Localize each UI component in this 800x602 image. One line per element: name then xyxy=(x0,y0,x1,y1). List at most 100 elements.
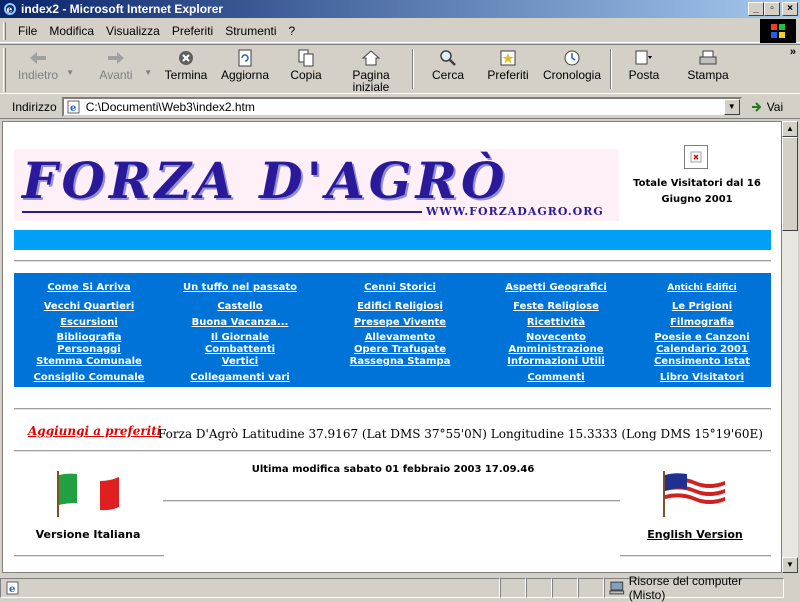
menu-help[interactable]: ? xyxy=(283,24,302,38)
toolbar-chevron-icon[interactable]: » xyxy=(790,46,796,58)
divider xyxy=(620,555,771,557)
nav-link[interactable]: Bibliografia xyxy=(57,332,122,344)
forward-dropdown-icon[interactable]: ▼ xyxy=(144,67,152,79)
refresh-icon xyxy=(238,49,252,67)
nav-link[interactable]: Opere Trafugate xyxy=(354,344,446,356)
refresh-button[interactable]: Aggiorna xyxy=(214,45,276,93)
nav-link[interactable]: Presepe Vivente xyxy=(354,317,446,329)
nav-link[interactable]: Ricettività xyxy=(527,317,585,329)
history-icon xyxy=(564,50,580,66)
mail-label: Posta xyxy=(628,68,660,82)
status-seg xyxy=(500,577,526,598)
copy-label: Copia xyxy=(290,68,322,82)
status-seg xyxy=(578,577,604,598)
nav-link[interactable]: Vecchi Quartieri xyxy=(44,301,135,313)
browser-window: e index2 - Microsoft Internet Explorer _… xyxy=(0,0,800,602)
status-bar: e Risorse del computer (Misto) xyxy=(0,574,800,602)
mail-button[interactable]: Posta xyxy=(618,45,670,93)
page-viewport: FORZA D'AGRÒ WWW.FORZADAGRO.ORG Totale V… xyxy=(2,121,782,573)
history-button[interactable]: Cronologia xyxy=(540,45,604,93)
coordinates-text: Forza D'Agrò Latitudine 37.9167 (Lat DMS… xyxy=(158,427,763,441)
go-arrow-icon xyxy=(751,101,762,112)
home-button[interactable]: Pagina iniziale xyxy=(336,45,406,93)
windows-logo-icon xyxy=(760,19,796,43)
nav-link[interactable]: Come Si Arriva xyxy=(47,282,130,294)
nav-link[interactable]: Aspetti Geografici xyxy=(505,282,607,294)
print-button[interactable]: Stampa xyxy=(670,45,746,93)
menu-preferiti[interactable]: Preferiti xyxy=(166,24,219,38)
back-button[interactable]: Indietro ▼ xyxy=(10,45,74,93)
status-seg xyxy=(526,577,552,598)
stop-icon xyxy=(179,51,193,65)
nav-link[interactable]: Vertici xyxy=(222,356,258,368)
print-icon xyxy=(699,50,717,65)
nav-link[interactable]: Il Giornale xyxy=(211,332,269,344)
english-version-link[interactable]: English Version xyxy=(643,528,747,541)
nav-link[interactable]: Filmografia xyxy=(670,317,734,329)
address-dropdown-icon[interactable]: ▼ xyxy=(723,98,740,115)
menu-strumenti[interactable]: Strumenti xyxy=(219,24,282,38)
logo-url: WWW.FORZADAGRO.ORG xyxy=(426,205,604,218)
close-button[interactable]: × xyxy=(782,2,798,16)
nav-link[interactable]: Commenti xyxy=(527,372,584,384)
nav-link[interactable]: Stemma Comunale xyxy=(36,356,142,368)
maximize-button[interactable]: ▫ xyxy=(764,2,780,16)
logo-underline xyxy=(22,211,422,213)
broken-image-icon xyxy=(684,145,708,169)
nav-link[interactable]: Collegamenti vari xyxy=(190,372,289,384)
nav-link[interactable]: Poesie e Canzoni xyxy=(654,332,749,344)
back-arrow-icon xyxy=(30,52,46,64)
nav-link[interactable]: Cenni Storici xyxy=(364,282,436,294)
status-main: e xyxy=(0,577,500,598)
nav-link[interactable]: Rassegna Stampa xyxy=(350,356,451,368)
scroll-up-icon[interactable]: ▲ xyxy=(782,121,798,137)
scroll-down-icon[interactable]: ▼ xyxy=(782,557,798,573)
back-dropdown-icon[interactable]: ▼ xyxy=(66,67,74,79)
us-flag-icon[interactable] xyxy=(661,469,727,517)
nav-link[interactable]: Novecento xyxy=(526,332,586,344)
forward-button[interactable]: Avanti ▼ xyxy=(88,45,152,93)
nav-link[interactable]: Informazioni Utili xyxy=(507,356,605,368)
title-bar: e index2 - Microsoft Internet Explorer _… xyxy=(0,0,800,18)
nav-link[interactable]: Edifici Religiosi xyxy=(357,301,443,313)
nav-link[interactable]: Amministrazione xyxy=(509,344,604,356)
nav-link[interactable]: Allevamento xyxy=(365,332,436,344)
status-zone: Risorse del computer (Misto) xyxy=(604,574,784,602)
nav-link[interactable]: Libro Visitatori xyxy=(660,372,744,384)
nav-link[interactable]: Un tuffo nel passato xyxy=(183,282,297,294)
nav-link[interactable]: Personaggi xyxy=(57,344,120,356)
copy-button[interactable]: Copia xyxy=(276,45,336,93)
nav-link[interactable]: Le Prigioni xyxy=(672,301,732,313)
go-button[interactable]: Vai xyxy=(750,100,783,114)
nav-link[interactable]: Antichi Edifici xyxy=(667,282,737,294)
nav-link[interactable]: Castello xyxy=(217,301,262,313)
favorites-button[interactable]: Preferiti xyxy=(476,45,540,93)
nav-link[interactable]: Consiglio Comunale xyxy=(34,372,145,384)
minimize-button[interactable]: _ xyxy=(748,2,764,16)
nav-link[interactable]: Censimento Istat xyxy=(654,356,750,368)
history-label: Cronologia xyxy=(542,68,602,82)
scroll-thumb[interactable] xyxy=(782,137,798,231)
logo-title: FORZA D'AGRÒ xyxy=(22,151,509,210)
address-input[interactable]: e C:\Documenti\Web3\index2.htm ▼ xyxy=(61,96,742,117)
last-modified-text: Ultima modifica sabato 01 febbraio 2003 … xyxy=(251,464,535,475)
menu-visualizza[interactable]: Visualizza xyxy=(100,24,166,38)
address-value: C:\Documenti\Web3\index2.htm xyxy=(85,99,255,114)
nav-link[interactable]: Buona Vacanza... xyxy=(192,317,289,329)
add-favorites-link[interactable]: Aggiungi a preferiti xyxy=(28,424,161,438)
search-button[interactable]: Cerca xyxy=(420,45,476,93)
italian-flag-icon[interactable] xyxy=(55,469,121,517)
nav-link[interactable]: Calendario 2001 xyxy=(656,344,748,356)
zone-label: Risorse del computer (Misto) xyxy=(628,573,743,602)
italian-version-label[interactable]: Versione Italiana xyxy=(33,528,143,541)
menu-modifica[interactable]: Modifica xyxy=(43,24,100,38)
menu-file[interactable]: File xyxy=(12,24,43,38)
favorites-icon xyxy=(500,50,516,66)
svg-text:e: e xyxy=(7,6,13,16)
nav-link[interactable]: Escursioni xyxy=(60,317,118,329)
vertical-scrollbar[interactable]: ▲ ▼ xyxy=(782,121,798,573)
nav-link[interactable]: Combattenti xyxy=(205,344,275,356)
nav-link[interactable]: Feste Religiose xyxy=(513,301,599,313)
stop-button[interactable]: Termina xyxy=(158,45,214,93)
print-label: Stampa xyxy=(687,68,729,82)
